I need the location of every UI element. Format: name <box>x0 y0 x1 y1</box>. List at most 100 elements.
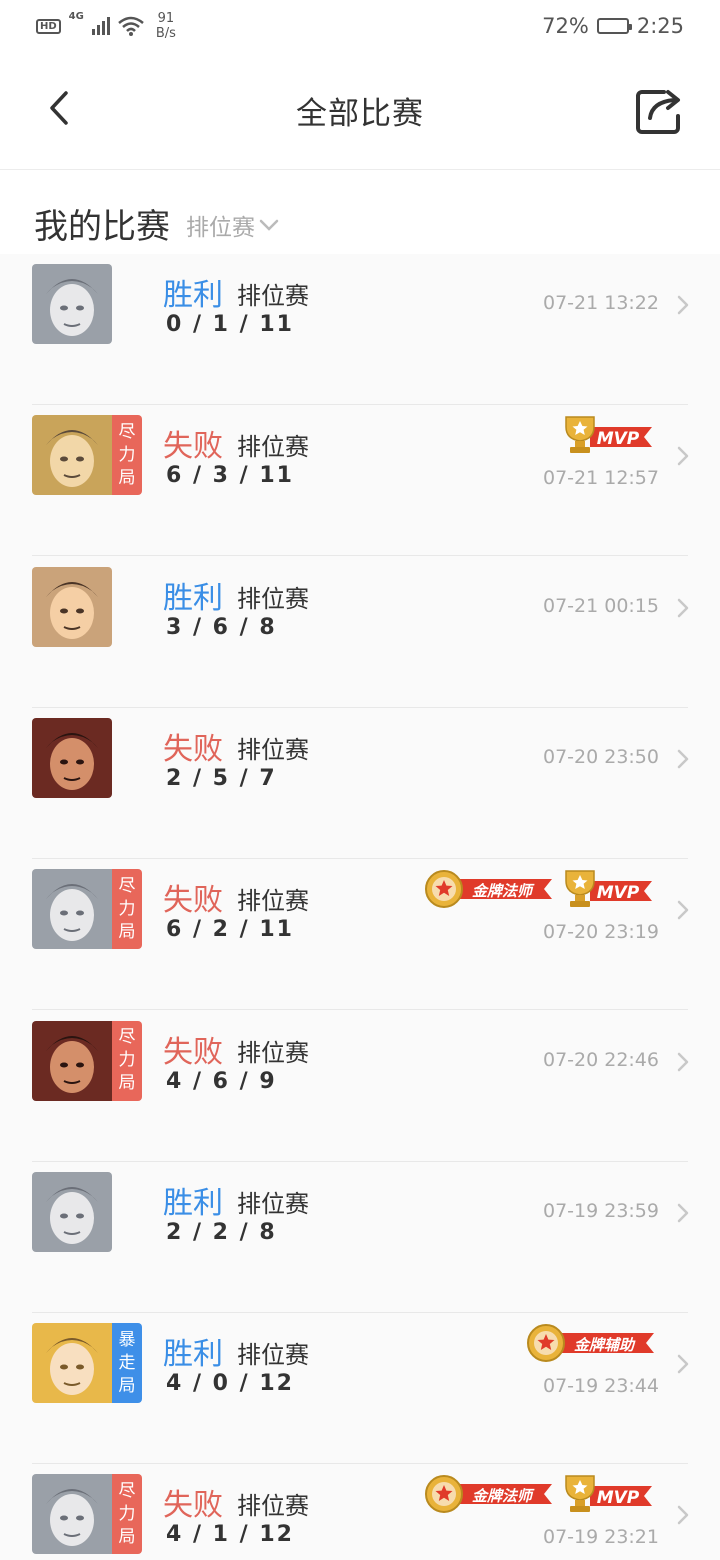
match-time: 07-21 12:57 <box>542 467 659 490</box>
match-mode: 排位赛 <box>237 1341 309 1370</box>
match-result: 失败 <box>163 731 223 767</box>
match-kda: 4 / 0 / 12 <box>166 1371 294 1397</box>
back-arrow-icon[interactable] <box>40 88 80 128</box>
match-tag-char: 力 <box>118 898 136 919</box>
chevron-right-icon <box>677 1354 689 1374</box>
status-bar: HD 4G 91 B/s 72% 2:25 <box>0 0 720 52</box>
badges: MVP <box>560 413 656 457</box>
mvp-badge-icon: MVP <box>565 870 652 908</box>
svg-text:MVP: MVP <box>597 429 640 449</box>
match-row-8[interactable]: 暴走局 胜利 排位赛 4 / 0 / 12 金牌辅助 07-19 23:44 <box>0 1313 720 1465</box>
status-right: 72% 2:25 <box>542 14 684 38</box>
hero-avatar <box>32 1171 112 1252</box>
match-tag-char: 力 <box>118 1503 136 1524</box>
chevron-right-icon <box>677 749 689 769</box>
filter-label: 排位赛 <box>186 215 255 241</box>
match-row-3[interactable]: 胜利 排位赛 3 / 6 / 8 07-21 00:15 <box>0 557 720 708</box>
battery-percent: 72% <box>542 14 589 38</box>
match-row-7[interactable]: 胜利 排位赛 2 / 2 / 8 07-19 23:59 <box>0 1162 720 1313</box>
match-result: 胜利 <box>163 580 223 616</box>
match-kda: 4 / 1 / 12 <box>166 1522 294 1548</box>
match-kda: 6 / 3 / 11 <box>166 463 294 489</box>
match-tag-char: 走 <box>118 1352 136 1373</box>
mode-filter-dropdown[interactable]: 排位赛 <box>186 208 279 242</box>
match-time: 07-19 23:44 <box>542 1375 659 1398</box>
match-tag-char: 局 <box>118 1526 136 1547</box>
match-list: 胜利 排位赛 0 / 1 / 11 07-21 13:22 尽力局 失败 排位赛… <box>0 254 720 1560</box>
svg-text:MVP: MVP <box>597 883 640 903</box>
nav-bar: 全部比赛 <box>0 52 720 170</box>
match-result: 胜利 <box>163 1337 223 1373</box>
match-tag-char: 局 <box>118 1375 136 1396</box>
match-result: 胜利 <box>163 278 223 313</box>
match-tag: 尽力局 <box>112 869 142 950</box>
match-kda: 4 / 6 / 9 <box>166 1068 277 1094</box>
section-title: 我的比赛 <box>34 207 170 247</box>
match-tag: 尽力局 <box>112 1474 142 1555</box>
match-time: 07-19 23:21 <box>542 1526 659 1549</box>
match-row-5[interactable]: 尽力局 失败 排位赛 6 / 2 / 11 金牌法师 MVP 07-20 23:… <box>0 859 720 1011</box>
match-kda: 6 / 2 / 11 <box>166 917 294 943</box>
match-tag-char: 局 <box>118 467 136 488</box>
chevron-right-icon <box>677 1506 689 1525</box>
match-kda: 0 / 1 / 11 <box>166 312 294 337</box>
hero-avatar <box>32 869 112 950</box>
match-result: 失败 <box>163 1034 223 1070</box>
match-tag-char: 尽 <box>118 1027 136 1047</box>
chevron-right-icon <box>677 598 689 617</box>
badges: 金牌法师 MVP <box>420 867 656 911</box>
match-result: 失败 <box>163 429 223 465</box>
match-mode: 排位赛 <box>237 735 309 764</box>
svg-text:MVP: MVP <box>597 1488 640 1508</box>
chevron-right-icon <box>677 900 689 920</box>
svg-text:金牌辅助: 金牌辅助 <box>574 1336 636 1354</box>
svg-text:金牌法师: 金牌法师 <box>472 1487 535 1505</box>
match-time: 07-20 22:46 <box>542 1048 659 1071</box>
chevron-right-icon <box>677 447 689 466</box>
chevron-right-icon <box>677 295 689 315</box>
mvp-badge-icon: MVP <box>565 416 652 454</box>
match-time: 07-19 23:59 <box>542 1199 659 1222</box>
svg-text:金牌法师: 金牌法师 <box>472 882 535 900</box>
match-tag: 尽力局 <box>112 1020 142 1101</box>
chevron-right-icon <box>677 1052 689 1071</box>
match-result: 失败 <box>163 1488 223 1524</box>
match-tag-char: 局 <box>118 921 136 942</box>
match-time: 07-21 00:15 <box>542 594 659 617</box>
signal-icon <box>91 17 110 35</box>
badges: 金牌辅助 <box>522 1321 656 1365</box>
match-time: 07-21 13:22 <box>542 292 659 314</box>
match-tag-char: 尽 <box>118 421 136 442</box>
match-kda: 2 / 2 / 8 <box>166 1219 277 1245</box>
match-row-9[interactable]: 尽力局 失败 排位赛 4 / 1 / 12 金牌法师 MVP 07-19 23:… <box>0 1464 720 1560</box>
match-mode: 排位赛 <box>237 887 309 916</box>
match-mode: 排位赛 <box>237 1038 309 1067</box>
wifi-icon <box>118 16 144 36</box>
match-row-4[interactable]: 失败 排位赛 2 / 5 / 7 07-20 23:50 <box>0 708 720 859</box>
match-time: 07-20 23:19 <box>542 921 659 944</box>
match-kda: 3 / 6 / 8 <box>166 614 277 640</box>
gold-medal-badge-icon: 金牌法师 <box>425 1475 552 1514</box>
match-row-1[interactable]: 胜利 排位赛 0 / 1 / 11 07-21 13:22 <box>0 254 720 405</box>
mvp-badge-icon: MVP <box>565 1475 652 1513</box>
hd-icon: HD <box>36 18 61 34</box>
status-left: HD 4G 91 B/s <box>36 11 176 41</box>
match-tag: 尽力局 <box>112 415 142 496</box>
share-icon[interactable] <box>634 86 686 138</box>
match-tag-char: 尽 <box>118 1480 136 1501</box>
hero-avatar <box>32 1474 112 1555</box>
hero-avatar <box>32 264 112 344</box>
match-result: 失败 <box>163 883 223 919</box>
match-time: 07-20 23:50 <box>542 745 659 768</box>
section-header: 我的比赛 排位赛 <box>0 170 720 254</box>
match-row-6[interactable]: 尽力局 失败 排位赛 4 / 6 / 9 07-20 22:46 <box>0 1011 720 1162</box>
page-title: 全部比赛 <box>296 96 424 132</box>
hero-avatar <box>32 1323 112 1404</box>
match-tag-char: 力 <box>118 444 136 465</box>
hero-avatar <box>32 415 112 496</box>
match-row-2[interactable]: 尽力局 失败 排位赛 6 / 3 / 11 MVP 07-21 12:57 <box>0 405 720 557</box>
chevron-down-icon <box>259 219 279 231</box>
speed-value: 91 <box>157 11 175 26</box>
match-mode: 排位赛 <box>237 1492 309 1521</box>
clock: 2:25 <box>636 14 684 38</box>
